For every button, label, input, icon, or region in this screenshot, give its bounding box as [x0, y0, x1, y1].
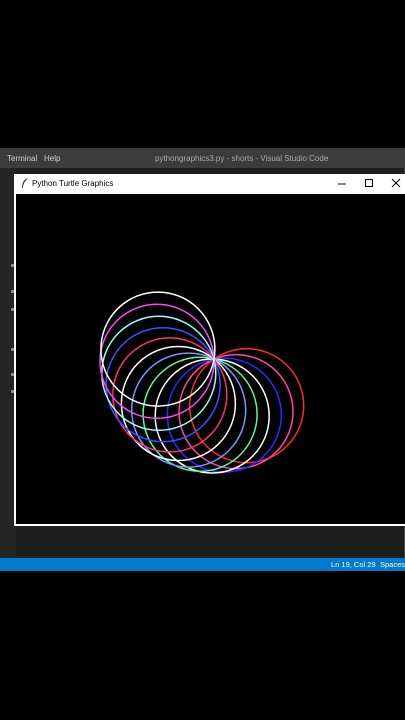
turtle-circle [101, 315, 217, 432]
turtle-window: Python Turtle Graphics [14, 174, 405, 526]
status-bar: Ln 19, Col 29 Spaces: [0, 558, 405, 571]
vscode-window-title: pythongraphics3.py - shorts - Visual Stu… [155, 154, 329, 163]
feather-icon [22, 178, 28, 188]
turtle-circle [188, 347, 305, 464]
vscode-titlebar: Terminal Help pythongraphics3.py - short… [0, 148, 405, 168]
minimize-icon[interactable] [334, 177, 350, 190]
turtle-circle [142, 356, 258, 473]
close-icon[interactable] [388, 177, 404, 190]
turtle-drawing [99, 291, 305, 474]
turtle-circle [112, 337, 228, 453]
maximize-icon[interactable] [361, 177, 377, 190]
indent-spaces[interactable]: Spaces: [380, 560, 405, 569]
menu-terminal[interactable]: Terminal [7, 154, 37, 163]
turtle-titlebar[interactable]: Python Turtle Graphics [14, 174, 405, 193]
turtle-canvas[interactable] [16, 194, 405, 524]
turtle-circle [178, 353, 294, 470]
turtle-window-title: Python Turtle Graphics [32, 179, 114, 188]
cursor-position[interactable]: Ln 19, Col 29 [331, 560, 376, 569]
menu-help[interactable]: Help [44, 154, 60, 163]
